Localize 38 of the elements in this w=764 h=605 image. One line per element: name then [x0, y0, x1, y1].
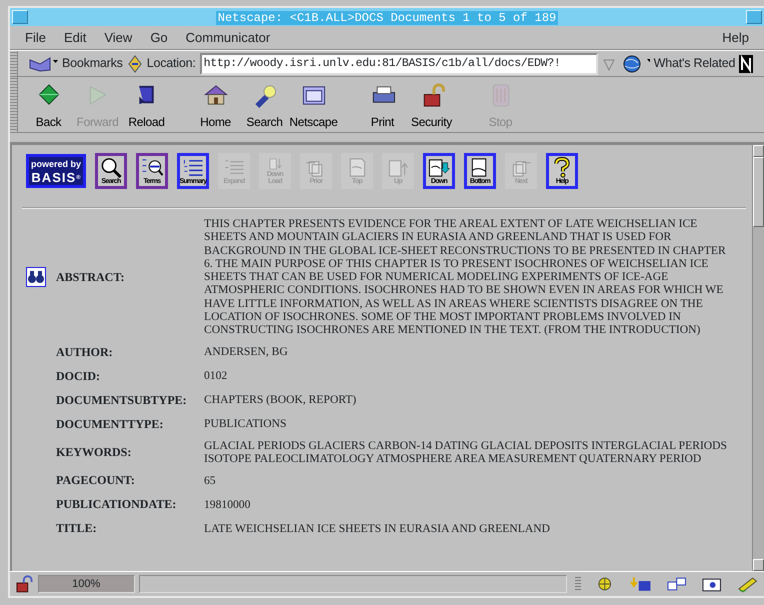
print-button[interactable]: Print — [358, 77, 407, 132]
field-label: PAGECOUNT: — [56, 472, 136, 490]
field-value: 0102 — [204, 369, 228, 382]
menu-item[interactable]: Edit — [54, 28, 96, 48]
field-value: THIS CHAPTER PRESENTS EVIDENCE FOR THE AREAL EXTENT OF LATE WEICHSELIAN ICE SHEETS AND MOUNTAIN GLACIERS IN EURASIA AND GREENLAND THAT IS USED FOR BACKGROUND IN THE GLOBAL ICE-SHEET RECONSTRUCTIONS TO BE PRESENTED IN CHAPTER 6. THE MAIN PURPOSE OF THIS CHAPTER IS TO PRESENT ISOCHRONES OF WEICHSELIAN ICE SHEETS THAT CAN BE USED FOR NUMERICAL MODELING EXPERIMENTS OF ICE-AGE ATMOSPHERIC CONDITIONS. ISOCHRONES HAD TO BE SHOWN EVEN IN AREAS FOR WHICH WE HAVE LITTLE INFORMATION, AS WELL AS IN AREAS WHERE SCIENTISTS DISAGREE ON THE LOCATION OF ISOCHRONES. SOME OF THE MOST IMPORTANT PROBLEMS INVOLVED IN CONSTRUCTING ISOCHRONES ARE MENTIONED IN THE TEXT. (FROM THE INTRODUCTION) — [204, 217, 727, 337]
field-label: DOCUMENTSUBTYPE: — [56, 392, 188, 409]
field-value: 19810000 — [204, 498, 252, 511]
field-value: LATE WEICHSELIAN ICE SHEETS IN EURASIA AND GREENLAND — [204, 522, 551, 535]
field-label: TITLE: — [56, 520, 98, 538]
security-button[interactable]: Security — [407, 77, 456, 132]
field-value: GLACIAL PERIODS GLACIERS CARBON-14 DATING GLACIAL DEPOSITS INTERGLACIAL PERIODS ISOTOPE PALEOCLIMATOLOGY ATMOSPHERE AREA MEASUREMENT QUATERNARY PERIOD — [204, 438, 728, 466]
menu-item[interactable]: View — [95, 28, 142, 48]
menu-item[interactable]: Go — [141, 28, 177, 48]
whats-related-button[interactable]: What's Related — [654, 54, 736, 73]
url-field[interactable]: http://woody.isri.unlv.edu:81/BASIS/c1b/all/docs/EDW?! — [200, 52, 598, 74]
field-label: DOCID: — [56, 368, 101, 385]
menu-item[interactable]: File — [16, 28, 55, 48]
field-value: 65 — [204, 474, 217, 487]
bookmarks-button[interactable]: Bookmarks — [62, 54, 123, 73]
field-value: CHAPTERS (BOOK, REPORT) — [204, 393, 358, 406]
reload-button[interactable]: Reload — [122, 77, 171, 132]
field-label: PUBLICATIONDATE: — [56, 496, 178, 514]
search-button[interactable]: Search — [240, 77, 289, 132]
field-label: DOCUMENTTYPE: — [56, 416, 164, 433]
field-label: KEYWORDS: — [56, 444, 132, 461]
menu-item[interactable]: Help — [713, 28, 758, 48]
powered-by-basis-logo[interactable]: powered by BASIS$^{®}$ — [26, 154, 86, 188]
back-button[interactable]: Back — [24, 77, 73, 132]
menu-item[interactable]: Communicator — [176, 28, 280, 48]
field-value: ANDERSEN, BG — [204, 345, 289, 358]
window-title: Netscape: <C1B.ALL>DOCS Documents 1 to 5 of 189 — [216, 11, 558, 25]
field-label: AUTHOR: — [56, 344, 114, 361]
home-button[interactable]: Home — [191, 77, 240, 132]
location-label: Location: — [146, 55, 196, 72]
zoom-level: 100% — [38, 575, 135, 593]
field-value: PUBLICATIONS — [204, 417, 288, 430]
netscape-button[interactable]: Netscape — [289, 77, 338, 132]
field-label: ABSTRACT: — [56, 268, 126, 286]
